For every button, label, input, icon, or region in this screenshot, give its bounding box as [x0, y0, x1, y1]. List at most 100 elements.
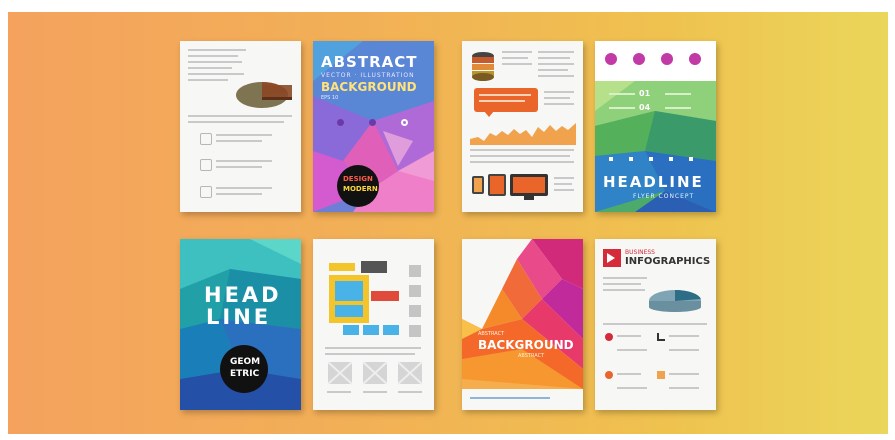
brochure-headline-flyer: 01 04 HEADLINE FLYER CONCEPT	[595, 41, 716, 212]
text-line	[609, 93, 635, 95]
text-line	[669, 349, 699, 351]
text-line	[617, 387, 647, 389]
brochure-abstract-background: ABSTRACT VECTOR · ILLUSTRATION BACKGROUN…	[313, 41, 434, 212]
blue-block	[363, 325, 379, 335]
image-placeholder-icons	[327, 361, 423, 385]
text-line	[603, 277, 647, 279]
badge-line-2: ETRIC	[230, 369, 260, 379]
area-chart-icon	[470, 123, 576, 145]
screen-block	[335, 281, 363, 301]
card-headline: BACKGROUND	[478, 338, 574, 352]
text-line	[617, 349, 647, 351]
bullet	[689, 157, 693, 161]
text-line	[502, 57, 528, 59]
blue-block	[343, 325, 359, 335]
text-line	[538, 63, 574, 65]
card-small-text: EPS 10	[321, 95, 339, 101]
brochure-geometric-headline: HEAD LINE GEOM ETRIC	[180, 239, 301, 410]
badge-line-1: DESIGN	[343, 175, 373, 183]
text-line	[544, 91, 574, 93]
text-line	[669, 335, 699, 337]
text-line	[617, 335, 641, 337]
text-line	[363, 391, 387, 393]
text-line	[544, 97, 570, 99]
headline-line-2: LINE	[206, 305, 272, 329]
mini-pie-icon	[605, 371, 613, 379]
list-icon	[200, 186, 212, 198]
dot-icon	[337, 119, 344, 126]
text-line	[609, 107, 635, 109]
card-kicker: BUSINESS	[625, 249, 655, 256]
card-tagline: FLYER CONCEPT	[633, 193, 695, 200]
text-line	[188, 79, 228, 81]
text-line	[603, 289, 645, 291]
text-line	[188, 115, 292, 117]
card-small-text: ABSTRACT	[478, 331, 505, 337]
text-line	[188, 49, 246, 51]
text-line	[479, 94, 531, 96]
card-headline: BACKGROUND	[321, 80, 417, 94]
badge-line-1: GEOM	[230, 357, 261, 367]
text-line	[554, 189, 574, 191]
text-line	[669, 373, 699, 375]
text-line	[603, 323, 707, 325]
text-line	[538, 75, 574, 77]
badge-line-2: MODERN	[343, 185, 378, 193]
circle-icon	[605, 53, 617, 65]
brochure-devices-infographic	[462, 41, 583, 212]
text-line	[216, 140, 262, 142]
text-line	[554, 183, 572, 185]
grey-thumb	[409, 265, 421, 277]
tablet-icon	[488, 174, 506, 196]
text-line	[188, 67, 232, 69]
pie-chart-icon	[236, 81, 292, 108]
text-line	[398, 391, 422, 393]
circle-icon	[661, 53, 673, 65]
text-line	[327, 391, 351, 393]
dot-icon	[369, 119, 376, 126]
speech-bubble-tail	[484, 111, 494, 117]
text-line	[665, 93, 691, 95]
monitor-stand	[524, 196, 534, 200]
card-headline: INFOGRAPHICS	[625, 256, 711, 267]
bullet	[649, 157, 653, 161]
bullet	[609, 157, 613, 161]
list-icon	[200, 133, 212, 145]
dark-block	[361, 261, 387, 273]
text-line	[538, 51, 574, 53]
screen-block	[335, 305, 363, 317]
text-line	[479, 100, 525, 102]
card-subtitle: VECTOR · ILLUSTRATION	[321, 72, 415, 79]
pie-chart-icon	[649, 289, 701, 312]
text-line	[544, 103, 574, 105]
text-line	[538, 57, 570, 59]
card-headline: HEADLINE	[603, 173, 704, 191]
text-line	[470, 149, 574, 151]
ring-icon	[401, 119, 408, 126]
blue-block	[383, 325, 399, 335]
grey-thumb	[409, 305, 421, 317]
chevron-right-icon	[607, 253, 615, 263]
circle-icon	[633, 53, 645, 65]
text-line	[502, 63, 532, 65]
text-line	[665, 107, 691, 109]
brochure-business-infographics: BUSINESS INFOGRAPHICS	[595, 239, 716, 410]
text-line	[502, 51, 532, 53]
card-title: ABSTRACT	[321, 53, 418, 71]
text-line	[617, 373, 641, 375]
orange-gradient-backdrop: ABSTRACT VECTOR · ILLUSTRATION BACKGROUN…	[8, 12, 888, 434]
text-line	[216, 193, 262, 195]
area-icon	[657, 371, 665, 379]
text-line	[216, 187, 272, 189]
list-icon	[200, 159, 212, 171]
red-button-block	[371, 291, 399, 301]
text-line	[554, 177, 574, 179]
text-line	[325, 347, 421, 349]
text-line	[538, 69, 568, 71]
text-line	[188, 61, 242, 63]
brochure-pie-chart-page	[180, 41, 301, 212]
bullet	[669, 157, 673, 161]
bullet	[629, 157, 633, 161]
text-line	[669, 387, 699, 389]
grey-thumb	[409, 325, 421, 337]
